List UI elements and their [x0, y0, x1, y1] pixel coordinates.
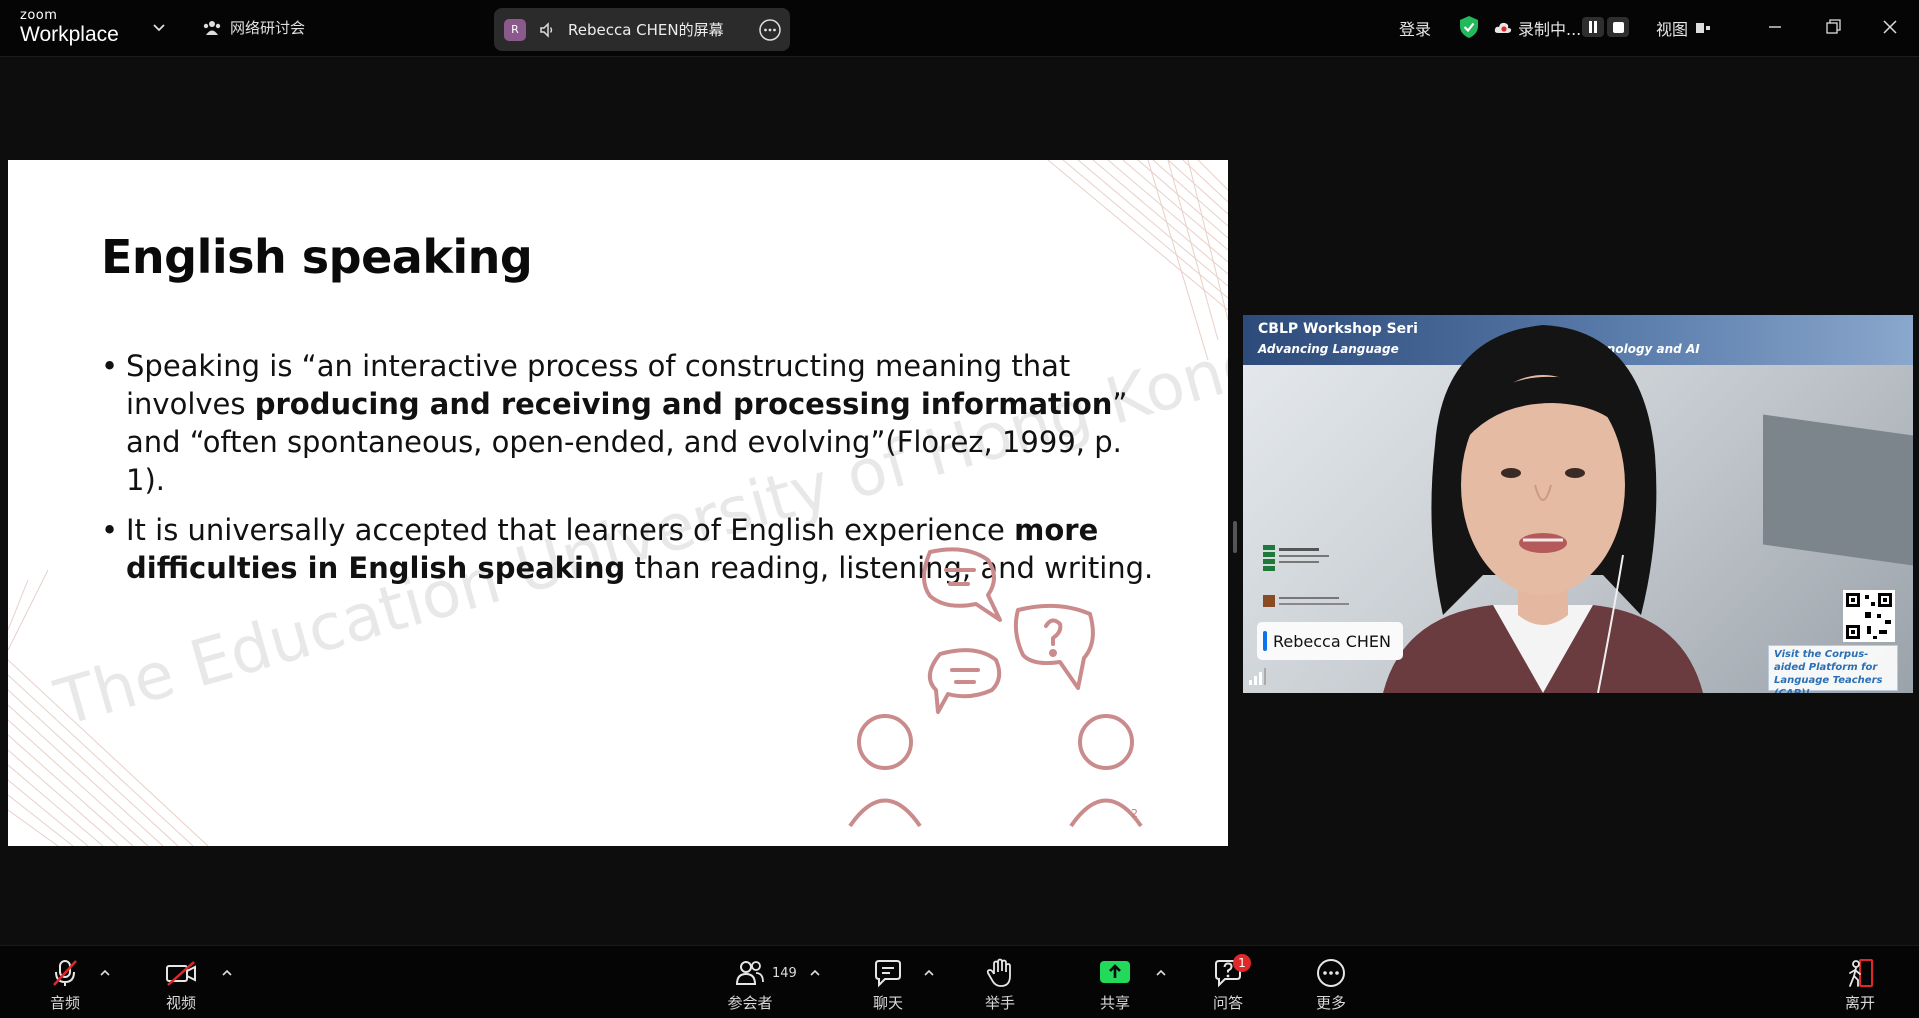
login-link[interactable]: 登录 [1399, 16, 1431, 40]
chat-icon [875, 960, 901, 988]
camera-off-icon [166, 961, 196, 986]
stop-icon [1612, 21, 1624, 33]
qa-label: 问答 [1212, 994, 1243, 1012]
share-screen-icon [1100, 961, 1130, 983]
share-label: Rebecca CHEN的屏幕 [568, 21, 724, 39]
speaker-icon[interactable] [538, 21, 556, 39]
more-button[interactable]: 更多 [1296, 958, 1366, 1013]
background-monitor [1763, 414, 1913, 566]
cap-promo-text: Visit the Corpus-aided Platform for Lang… [1768, 645, 1898, 693]
meeting-title-text: 网络研讨会 [230, 19, 306, 37]
share-label: 共享 [1099, 994, 1130, 1012]
raise-hand-icon [986, 958, 1011, 987]
recording-text: 录制中... [1518, 20, 1582, 39]
video-options-caret-icon[interactable] [220, 966, 234, 980]
participant-name-tag: Rebecca CHEN [1257, 622, 1404, 660]
close-icon[interactable] [1877, 14, 1903, 40]
bullet-bold-text: producing and receiving and processing i… [254, 387, 1113, 421]
recording-status[interactable]: 录制中... [1494, 16, 1581, 40]
video-label: 视频 [165, 994, 196, 1012]
more-label: 更多 [1315, 994, 1346, 1012]
meeting-title[interactable]: 网络研讨会 [202, 17, 305, 38]
restore-icon[interactable] [1820, 14, 1846, 40]
cloud-record-icon [1494, 22, 1512, 33]
security-shield-icon[interactable] [1458, 15, 1480, 39]
participants-count: 149 [772, 966, 797, 981]
share-options-caret-icon[interactable] [1154, 966, 1168, 980]
pause-recording-button[interactable] [1582, 17, 1604, 37]
audio-label: 音频 [49, 994, 80, 1012]
minimize-icon[interactable] [1762, 14, 1788, 40]
shared-screen-slide: The Education University of Hong Kong En… [8, 160, 1228, 846]
qa-button[interactable]: 问答 1 [1193, 954, 1263, 1013]
bullet-item: • Speaking is “an interactive process of… [101, 347, 1161, 499]
leave-label: 离开 [1844, 994, 1875, 1012]
view-label: 视图 [1656, 20, 1689, 39]
bullet-dot: • [101, 513, 119, 547]
audio-options-caret-icon[interactable] [98, 966, 112, 980]
leave-icon [1849, 959, 1873, 987]
video-button[interactable]: 视频 [146, 958, 216, 1013]
chat-options-caret-icon[interactable] [922, 966, 936, 980]
audio-button[interactable]: 音频 [30, 958, 100, 1013]
participants-label: 参会者 [727, 994, 773, 1012]
qa-notification-badge: 1 [1233, 954, 1251, 972]
share-screen-button[interactable]: 共享 [1080, 958, 1150, 1013]
university-logo [1263, 545, 1349, 607]
meeting-toolbar: 音频 视频 参会者 149 聊天 举手 共享 问答 1 更多 离开 [0, 945, 1919, 1018]
participant-video-tile[interactable]: CBLP Workshop Seri Advancing Language ec… [1243, 315, 1913, 693]
chevron-down-icon[interactable] [150, 18, 168, 36]
connection-signal-icon [1249, 668, 1266, 685]
webinar-icon [203, 20, 221, 35]
slide-page-number: 2 [1131, 807, 1138, 820]
screen-share-indicator[interactable]: R Rebecca CHEN的屏幕 [494, 8, 790, 51]
participants-icon [735, 961, 764, 985]
participants-options-caret-icon[interactable] [808, 966, 822, 980]
view-menu[interactable]: 视图 [1656, 16, 1711, 40]
zoom-logo: zoom Workplace [20, 9, 119, 45]
bullet-dot: • [101, 349, 119, 383]
chat-label: 聊天 [872, 994, 903, 1012]
pause-icon [1589, 21, 1597, 33]
more-icon [1317, 959, 1345, 987]
panel-resize-handle[interactable] [1233, 521, 1237, 553]
conversation-illustration [848, 547, 1143, 828]
qr-code [1843, 590, 1895, 642]
slide-title: English speaking [101, 230, 533, 284]
logo-big-text: Workplace [20, 23, 119, 46]
logo-small-text: zoom [20, 8, 58, 23]
leave-button[interactable]: 离开 [1825, 958, 1895, 1013]
raise-hand-button[interactable]: 举手 [965, 958, 1035, 1013]
raise-hand-label: 举手 [984, 994, 1015, 1012]
microphone-muted-icon [53, 960, 77, 986]
stop-recording-button[interactable] [1607, 17, 1629, 37]
presenter-avatar: R [504, 18, 526, 41]
chat-button[interactable]: 聊天 [853, 958, 923, 1013]
top-bar: zoom Workplace 网络研讨会 R Rebecca CHEN的屏幕 登… [0, 0, 1919, 57]
view-layout-icon [1696, 23, 1711, 33]
more-options-icon[interactable] [758, 18, 782, 42]
